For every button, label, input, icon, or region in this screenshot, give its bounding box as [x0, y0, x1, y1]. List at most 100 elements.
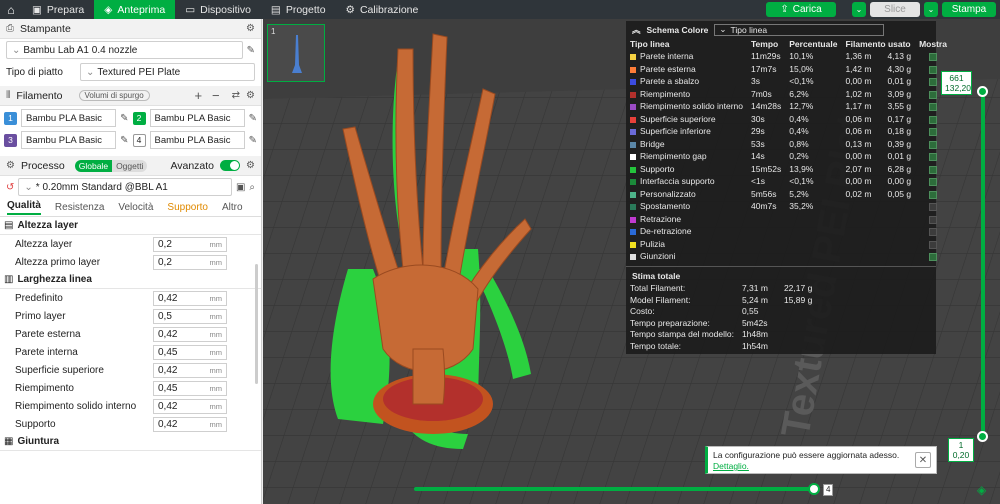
show-checkbox[interactable]: [929, 240, 938, 249]
filament-item[interactable]: 2 Bambu PLA Basic ✎: [132, 109, 257, 127]
param-input[interactable]: 0,42 mm: [153, 326, 227, 342]
plate-type-select[interactable]: ⌄ Textured PEI Plate: [80, 63, 255, 81]
show-checkbox[interactable]: [929, 253, 938, 261]
estimate-row: Tempo preparazione: 5m42s: [630, 317, 768, 328]
show-checkbox[interactable]: [929, 53, 938, 61]
param-input[interactable]: 0,5 mm: [153, 308, 227, 324]
plate-thumbnail[interactable]: 1: [267, 24, 325, 82]
tab-calibrazione[interactable]: ⚙ Calibrazione: [336, 0, 429, 19]
edit-icon[interactable]: ✎: [249, 113, 257, 124]
filament-item[interactable]: 1 Bambu PLA Basic ✎: [4, 109, 129, 127]
purge-volumes-button[interactable]: Volumi di spurgo: [78, 90, 150, 101]
tab-dispositivo[interactable]: ▭ Dispositivo: [175, 0, 261, 19]
gear-icon[interactable]: ⚙: [246, 90, 255, 101]
filament-item[interactable]: 4 Bambu PLA Basic ✎: [132, 131, 257, 149]
advanced-switch[interactable]: [220, 160, 241, 171]
chevron-down-icon: ⌄: [719, 24, 727, 34]
legend-row: Pulizia: [626, 238, 951, 251]
move-slider-value: 4: [823, 484, 834, 496]
legend-row: Interfaccia supporto <1s <0,1% 0,00 m 0,00 g: [626, 175, 951, 188]
param-row: Parete esterna 0,42 mm: [0, 325, 261, 343]
layer-slider-top-handle[interactable]: [977, 86, 988, 97]
show-checkbox[interactable]: [929, 203, 938, 211]
sync-icon[interactable]: ⇄: [232, 90, 240, 101]
show-checkbox[interactable]: [929, 140, 938, 149]
show-checkbox[interactable]: [929, 153, 938, 161]
move-slider-track[interactable]: [414, 487, 814, 491]
show-checkbox[interactable]: [929, 165, 938, 174]
global-objects-toggle: Globale Oggetti: [74, 159, 148, 172]
tab-resistenza[interactable]: Resistenza: [55, 202, 104, 213]
estimate-row: Tempo stampa del modello: 1h48m: [630, 329, 768, 340]
load-button[interactable]: ⇪ Carica: [766, 2, 836, 17]
tab-altro[interactable]: Altro: [222, 202, 243, 213]
color-swatch: [630, 104, 636, 110]
remove-icon[interactable]: −: [212, 88, 220, 103]
tab-progetto[interactable]: ▤ Progetto: [261, 0, 336, 19]
reset-icon[interactable]: ↺: [6, 182, 14, 193]
param-input[interactable]: 0,42 mm: [153, 416, 227, 432]
edit-icon[interactable]: ✎: [120, 135, 128, 146]
tab-supporto[interactable]: Supporto: [167, 202, 208, 213]
show-checkbox[interactable]: [929, 115, 938, 124]
tab-velocita[interactable]: Velocità: [118, 202, 153, 213]
show-checkbox[interactable]: [929, 90, 938, 99]
param-row: Primo layer 0,5 mm: [0, 307, 261, 325]
objects-toggle[interactable]: Oggetti: [112, 159, 148, 172]
details-link[interactable]: Dettaglio.: [713, 461, 931, 472]
slice-dropdown-chevron[interactable]: ⌄: [852, 2, 866, 17]
printer-select[interactable]: ⌄ Bambu Lab A1 0.4 nozzle: [6, 41, 243, 59]
process-section-header: ⚙ Processo Globale Oggetti Avanzato ⚙: [0, 156, 261, 176]
legend-row: Giunzioni: [626, 250, 951, 263]
print-dropdown-chevron[interactable]: ⌄: [924, 2, 938, 17]
close-button[interactable]: ✕: [915, 452, 931, 468]
color-scheme-select[interactable]: ⌄ Tipo linea: [714, 23, 885, 36]
add-icon[interactable]: +: [194, 88, 202, 103]
model-preview-icon: [292, 35, 302, 73]
param-input[interactable]: 0,42 mm: [153, 290, 227, 306]
show-checkbox[interactable]: [929, 78, 938, 86]
process-tabs: Qualità Resistenza Velocità Supporto Alt…: [0, 198, 261, 217]
layers-icon[interactable]: ◈: [977, 483, 986, 497]
gear-icon[interactable]: ⚙: [246, 160, 255, 171]
edit-icon[interactable]: ✎: [247, 45, 255, 56]
param-input[interactable]: 0,45 mm: [153, 380, 227, 396]
layer-slider-bottom-handle[interactable]: [977, 431, 988, 442]
color-swatch: [630, 229, 636, 235]
param-row: Parete interna 0,45 mm: [0, 343, 261, 361]
tab-prepara[interactable]: ▣ Prepara: [22, 0, 94, 19]
slice-button[interactable]: Slice: [870, 2, 920, 17]
param-input[interactable]: 0,2 mm: [153, 236, 227, 252]
move-slider-handle[interactable]: [808, 483, 820, 495]
show-checkbox[interactable]: [929, 190, 938, 199]
scrollbar[interactable]: [255, 264, 258, 384]
tab-anteprima[interactable]: ◈ Anteprima: [94, 0, 176, 19]
param-row: Altezza primo layer 0,2 mm: [0, 253, 261, 271]
edit-icon[interactable]: ✎: [249, 135, 257, 146]
show-checkbox[interactable]: [929, 103, 938, 111]
show-checkbox[interactable]: [929, 65, 938, 74]
save-icon[interactable]: ▣: [236, 182, 245, 193]
search-icon[interactable]: ⌕: [249, 182, 255, 193]
param-input[interactable]: 0,42 mm: [153, 398, 227, 414]
global-toggle[interactable]: Globale: [74, 159, 113, 172]
show-checkbox[interactable]: [929, 178, 938, 186]
show-checkbox[interactable]: [929, 215, 938, 224]
layer-slider-track[interactable]: [981, 90, 985, 438]
update-notification: La configurazione può essere aggiornata …: [705, 446, 937, 474]
print-button[interactable]: Stampa: [942, 2, 996, 17]
edit-icon[interactable]: ✎: [120, 113, 128, 124]
param-input[interactable]: 0,45 mm: [153, 344, 227, 360]
tab-qualita[interactable]: Qualità: [7, 200, 41, 215]
legend-row: Superficie superiore 30s 0,4% 0,06 m 0,17 g: [626, 113, 951, 126]
home-icon[interactable]: ⌂: [0, 0, 22, 19]
process-preset-select[interactable]: ⌄ * 0.20mm Standard @BBL A1: [18, 178, 232, 196]
filament-item[interactable]: 3 Bambu PLA Basic ✎: [4, 131, 129, 149]
collapse-icon[interactable]: ︽: [632, 24, 641, 36]
estimate-table: Total Filament: 7,31 m 22,17 g Model Filame…: [626, 283, 936, 352]
param-input[interactable]: 0,42 mm: [153, 362, 227, 378]
show-checkbox[interactable]: [929, 128, 938, 136]
param-input[interactable]: 0,2 mm: [153, 254, 227, 270]
show-checkbox[interactable]: [929, 228, 938, 236]
gear-icon[interactable]: ⚙: [246, 23, 255, 34]
